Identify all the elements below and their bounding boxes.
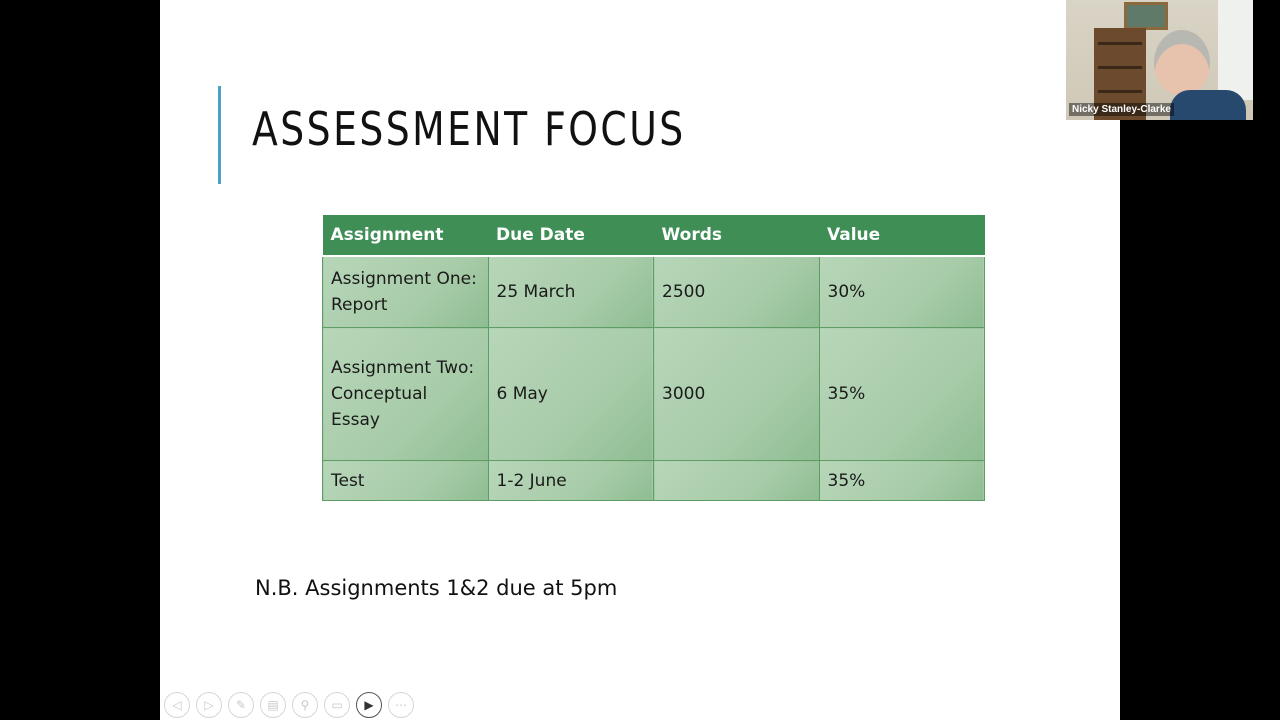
presentation-slide: ASSESSMENT FOCUS Assignment Due Date Wor… bbox=[160, 0, 1120, 720]
assessment-table: Assignment Due Date Words Value Assignme… bbox=[322, 215, 985, 501]
table-cell: Assignment Two: Conceptual Essay bbox=[322, 327, 489, 461]
zoom-icon[interactable]: ⚲ bbox=[292, 692, 318, 718]
table-cell bbox=[653, 460, 820, 501]
table-row: Assignment One: Report 25 March 2500 30% bbox=[322, 255, 985, 328]
pen-icon[interactable]: ✎ bbox=[228, 692, 254, 718]
participant-name-label: Nicky Stanley-Clarke bbox=[1069, 103, 1174, 116]
previous-icon[interactable]: ◁ bbox=[164, 692, 190, 718]
camera-icon[interactable]: ▶ bbox=[356, 692, 382, 718]
wall-painting bbox=[1124, 2, 1168, 30]
participant-video-tile[interactable]: Nicky Stanley-Clarke bbox=[1066, 0, 1253, 120]
next-icon[interactable]: ▷ bbox=[196, 692, 222, 718]
slide-note: N.B. Assignments 1&2 due at 5pm bbox=[255, 576, 618, 600]
column-header-value: Value bbox=[819, 215, 985, 257]
table-row: Assignment Two: Conceptual Essay 6 May 3… bbox=[322, 327, 985, 461]
slides-icon[interactable]: ▤ bbox=[260, 692, 286, 718]
slide-title: ASSESSMENT FOCUS bbox=[252, 102, 686, 156]
table-cell: 2500 bbox=[653, 255, 820, 328]
table-cell: 6 May bbox=[487, 327, 654, 461]
presenter-toolbar: ◁ ▷ ✎ ▤ ⚲ ▭ ▶ ⋯ bbox=[164, 692, 414, 718]
column-header-due-date: Due Date bbox=[488, 215, 654, 257]
title-accent-bar bbox=[218, 86, 221, 184]
table-cell: 35% bbox=[818, 327, 985, 461]
table-row: Test 1-2 June 35% bbox=[322, 460, 985, 501]
table-cell: Assignment One: Report bbox=[322, 255, 489, 328]
more-icon[interactable]: ⋯ bbox=[388, 692, 414, 718]
background-window bbox=[1218, 0, 1253, 100]
table-header-row: Assignment Due Date Words Value bbox=[322, 215, 985, 257]
table-cell: 35% bbox=[818, 460, 985, 501]
table-cell: Test bbox=[322, 460, 489, 501]
table-cell: 25 March bbox=[487, 255, 654, 328]
table-cell: 30% bbox=[818, 255, 985, 328]
table-cell: 1-2 June bbox=[487, 460, 654, 501]
table-cell: 3000 bbox=[653, 327, 820, 461]
subtitles-icon[interactable]: ▭ bbox=[324, 692, 350, 718]
column-header-assignment: Assignment bbox=[322, 215, 488, 257]
participant-body bbox=[1170, 90, 1246, 120]
participant-head bbox=[1154, 30, 1210, 96]
column-header-words: Words bbox=[653, 215, 819, 257]
